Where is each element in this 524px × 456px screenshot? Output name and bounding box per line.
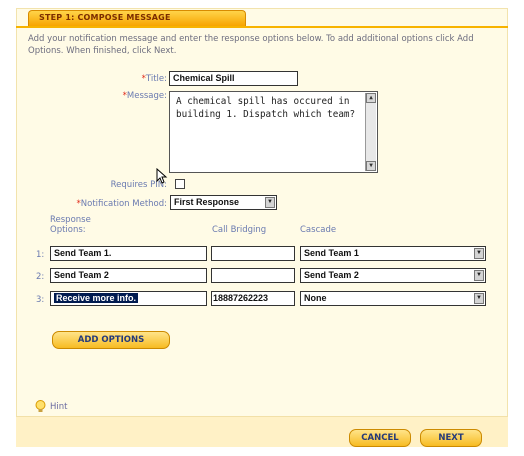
- call-bridging-header: Call Bridging: [212, 225, 267, 235]
- message-textarea[interactable]: A chemical spill has occured in building…: [169, 91, 378, 173]
- method-label-text: Notification Method:: [80, 199, 167, 209]
- chevron-down-icon[interactable]: ▼: [474, 293, 484, 304]
- call-bridging-input[interactable]: [211, 268, 295, 283]
- next-button[interactable]: NEXT: [420, 429, 482, 447]
- row-number: 2:: [36, 272, 45, 282]
- intro-text: Add your notification message and enter …: [28, 34, 474, 56]
- response-option-input[interactable]: Send Team 2: [50, 268, 207, 283]
- cascade-value: None: [304, 293, 327, 303]
- response-option-input[interactable]: Send Team 1.: [50, 246, 207, 261]
- cascade-select[interactable]: Send Team 1 ▼: [300, 246, 486, 261]
- scroll-down-icon[interactable]: ▼: [366, 161, 376, 171]
- call-bridging-input[interactable]: 18887262223: [211, 291, 295, 306]
- step-tab: STEP 1: COMPOSE MESSAGE: [28, 10, 246, 26]
- message-label-text: Message:: [126, 91, 167, 101]
- cascade-header: Cascade: [300, 225, 337, 235]
- chevron-down-icon[interactable]: ▼: [474, 248, 484, 259]
- cascade-select[interactable]: Send Team 2 ▼: [300, 268, 486, 283]
- cancel-button[interactable]: CANCEL: [349, 429, 411, 447]
- hint-link[interactable]: Hint: [50, 402, 67, 412]
- title-label: *Title:: [142, 74, 167, 84]
- row-number: 3:: [36, 295, 45, 305]
- step-tab-title: STEP 1: COMPOSE MESSAGE: [39, 13, 171, 22]
- method-label: *Notification Method:: [77, 199, 167, 209]
- call-bridging-input[interactable]: [211, 246, 295, 261]
- mouse-cursor-icon: [156, 168, 168, 184]
- cascade-value: Send Team 2: [304, 270, 359, 280]
- response-options-header: Response Options:: [50, 215, 91, 235]
- add-options-button[interactable]: ADD OPTIONS: [52, 331, 170, 349]
- row-number: 1:: [36, 250, 45, 260]
- title-input[interactable]: Chemical Spill: [169, 71, 298, 86]
- cascade-select[interactable]: None ▼: [300, 291, 486, 306]
- scroll-up-icon[interactable]: ▲: [366, 93, 376, 103]
- message-label: *Message:: [123, 91, 167, 101]
- method-value: First Response: [174, 197, 240, 207]
- message-text: A chemical spill has occured in building…: [176, 96, 356, 120]
- chevron-down-icon[interactable]: ▼: [265, 197, 275, 208]
- tab-divider: [16, 26, 508, 28]
- message-scrollbar[interactable]: ▲ ▼: [365, 93, 376, 171]
- cascade-value: Send Team 1: [304, 248, 359, 258]
- requires-pin-checkbox[interactable]: [175, 179, 185, 189]
- title-label-text: Title:: [145, 74, 167, 84]
- lightbulb-icon[interactable]: [35, 400, 46, 413]
- response-option-input[interactable]: Receive more info.: [50, 291, 207, 306]
- method-select[interactable]: First Response ▼: [170, 195, 277, 210]
- chevron-down-icon[interactable]: ▼: [474, 270, 484, 281]
- selected-text: Receive more info.: [54, 293, 139, 303]
